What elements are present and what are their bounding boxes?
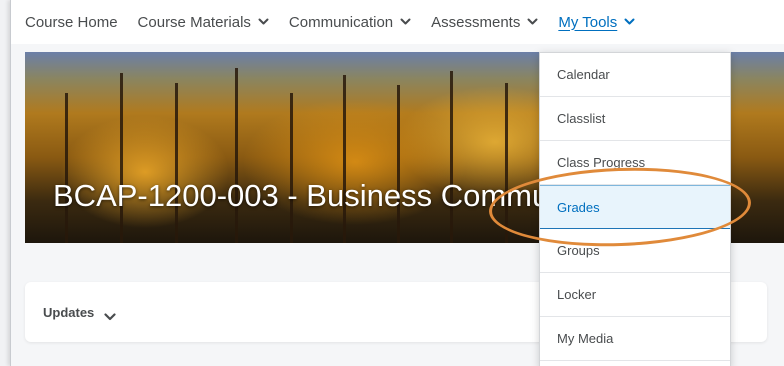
nav-assessments-label: Assessments: [431, 13, 521, 31]
nav-assessments[interactable]: Assessments: [431, 14, 538, 31]
menu-item-label: Grades: [557, 199, 600, 215]
menu-item-class-progress[interactable]: Class Progress: [540, 141, 730, 185]
nav-course-materials[interactable]: Course Materials: [138, 14, 269, 31]
chevron-down-icon: [624, 18, 635, 26]
course-navbar: Course Home Course Materials Communicati…: [11, 0, 784, 44]
nav-course-materials-label: Course Materials: [137, 13, 251, 31]
menu-item-grades[interactable]: Grades: [540, 185, 730, 229]
nav-course-home-label: Course Home: [25, 13, 118, 31]
nav-my-tools-label: My Tools: [558, 13, 618, 31]
menu-item-label: Class Progress: [557, 155, 646, 170]
chevron-down-icon[interactable]: [104, 308, 116, 321]
menu-item-classlist[interactable]: Classlist: [540, 97, 730, 141]
updates-label: Updates: [43, 304, 95, 320]
menu-item-label: Classlist: [557, 111, 606, 126]
menu-item-groups[interactable]: Groups: [540, 229, 730, 273]
menu-item-my-media[interactable]: My Media: [540, 317, 730, 361]
menu-item-label: My Media: [557, 331, 614, 346]
chevron-down-icon: [258, 18, 269, 26]
menu-item-calendar[interactable]: Calendar: [540, 53, 730, 97]
menu-item-label: Calendar: [557, 67, 610, 82]
menu-item-locker[interactable]: Locker: [540, 273, 730, 317]
nav-my-tools[interactable]: My Tools: [558, 14, 635, 31]
browser-viewport: Course Home Course Materials Communicati…: [10, 0, 784, 366]
nav-course-home[interactable]: Course Home: [25, 14, 118, 31]
chevron-down-icon: [527, 18, 538, 26]
my-tools-dropdown-menu: Calendar Classlist Class Progress Grades…: [539, 52, 731, 366]
menu-item-label: Groups: [557, 243, 600, 258]
menu-item-label: Locker: [557, 287, 597, 302]
nav-communication[interactable]: Communication: [289, 14, 411, 31]
nav-communication-label: Communication: [288, 13, 394, 31]
chevron-down-icon: [400, 18, 411, 26]
